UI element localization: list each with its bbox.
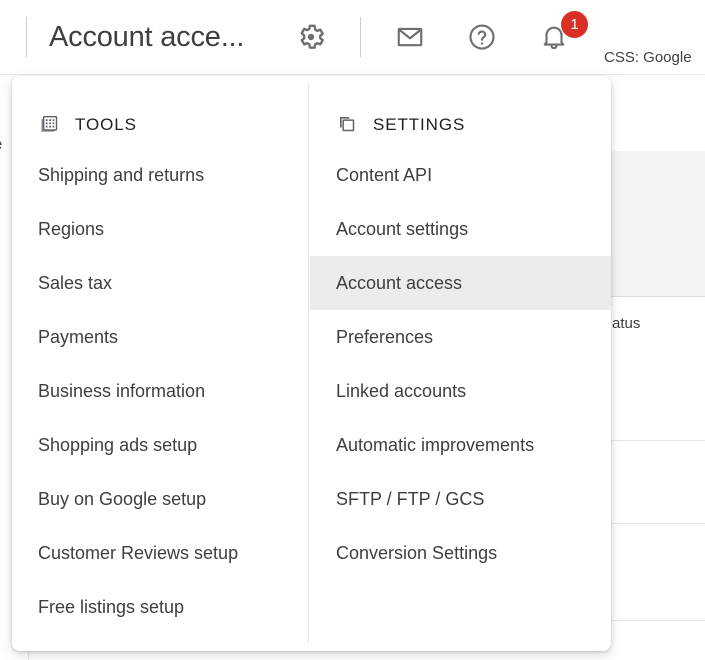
menu-item-account-access[interactable]: Account access	[310, 256, 611, 310]
layers-copy-icon	[336, 114, 358, 136]
menu-item-shopping-ads-setup[interactable]: Shopping ads setup	[12, 418, 308, 472]
header-middle-divider	[360, 17, 361, 57]
menu-item-buy-on-google-setup[interactable]: Buy on Google setup	[12, 472, 308, 526]
css-label: CSS: Google	[604, 49, 692, 66]
top-header-bar: Account acce... 1	[0, 0, 705, 75]
menu-item-shipping-and-returns[interactable]: Shipping and returns	[12, 148, 308, 202]
header-left-divider	[26, 17, 27, 57]
grid-calculator-icon	[38, 114, 60, 136]
menu-item-content-api[interactable]: Content API	[310, 148, 611, 202]
menu-item-account-settings[interactable]: Account settings	[310, 202, 611, 256]
account-access-page: e atus Account acce...	[0, 0, 705, 660]
menu-item-customer-reviews-setup[interactable]: Customer Reviews setup	[12, 526, 308, 580]
menu-item-free-listings-setup[interactable]: Free listings setup	[12, 580, 308, 634]
menu-item-payments[interactable]: Payments	[12, 310, 308, 364]
tools-settings-menu-panel: TOOLS Shipping and returns Regions Sales…	[12, 76, 611, 651]
menu-item-automatic-improvements[interactable]: Automatic improvements	[310, 418, 611, 472]
mail-icon[interactable]	[390, 17, 430, 57]
notification-badge[interactable]: 1	[561, 11, 588, 38]
menu-item-regions[interactable]: Regions	[12, 202, 308, 256]
help-circle-icon[interactable]	[462, 17, 502, 57]
menu-item-sales-tax[interactable]: Sales tax	[12, 256, 308, 310]
menu-item-sftp-ftp-gcs[interactable]: SFTP / FTP / GCS	[310, 472, 611, 526]
menu-column-tools: TOOLS Shipping and returns Regions Sales…	[12, 76, 308, 651]
menu-item-conversion-settings[interactable]: Conversion Settings	[310, 526, 611, 580]
menu-column-divider	[308, 84, 309, 643]
settings-section-header: SETTINGS	[310, 102, 611, 148]
menu-item-preferences[interactable]: Preferences	[310, 310, 611, 364]
menu-column-settings: SETTINGS Content API Account settings Ac…	[310, 76, 611, 651]
menu-item-business-information[interactable]: Business information	[12, 364, 308, 418]
background-text-fragment-status: atus	[612, 315, 641, 332]
tools-section-title: TOOLS	[75, 115, 137, 134]
tools-section-header: TOOLS	[12, 102, 308, 148]
background-text-fragment-left: e	[0, 136, 2, 153]
menu-item-linked-accounts[interactable]: Linked accounts	[310, 364, 611, 418]
settings-section-title: SETTINGS	[373, 115, 466, 134]
gear-icon[interactable]	[291, 17, 331, 57]
page-title: Account acce...	[49, 21, 245, 53]
